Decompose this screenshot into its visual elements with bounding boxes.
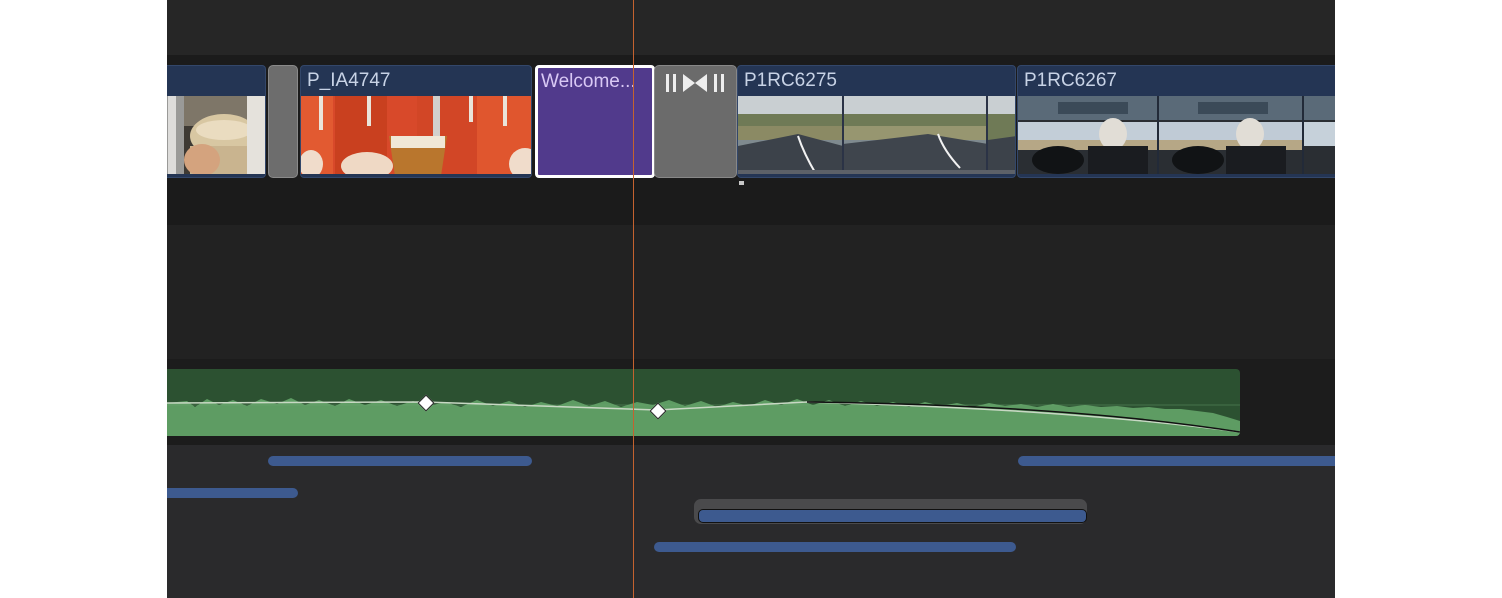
- cross-dissolve-icon: [666, 74, 724, 92]
- video-clip-p1rc6275[interactable]: P1RC6275: [737, 65, 1016, 178]
- clip-name: P1RC6275: [744, 70, 837, 91]
- connected-clip-bar[interactable]: [167, 488, 298, 498]
- clip-filmstrip: [1018, 96, 1335, 174]
- title-clip-welcome[interactable]: Welcome...: [535, 65, 655, 178]
- clip-filmstrip: [167, 96, 265, 174]
- empty-track-area: [167, 225, 1335, 359]
- filmstrip-frame: [738, 96, 1015, 174]
- clip-name: Welcome...: [541, 71, 636, 92]
- video-clip-p-ia4747[interactable]: P_IA4747: [300, 65, 532, 178]
- filmstrip-frame: [167, 96, 265, 174]
- video-clip-p1rc6267[interactable]: P1RC6267: [1017, 65, 1335, 178]
- video-clip-a[interactable]: [167, 65, 266, 178]
- marker-indicator: [739, 181, 744, 185]
- connected-clip-bar-selected[interactable]: [698, 509, 1087, 523]
- clip-filmstrip: [738, 96, 1015, 174]
- clip-name: P1RC6267: [1024, 70, 1117, 91]
- connected-clip-bar[interactable]: [268, 456, 532, 466]
- gap-clip[interactable]: [268, 65, 298, 178]
- audio-clip[interactable]: [167, 369, 1240, 436]
- audio-waveform: [167, 398, 1240, 436]
- filmstrip-frame: [1018, 96, 1335, 174]
- timeline-ruler-area: [167, 0, 1335, 55]
- playhead[interactable]: [633, 0, 634, 598]
- clip-name: P_IA4747: [307, 70, 391, 91]
- connected-clip-bar[interactable]: [654, 542, 1016, 552]
- cross-dissolve-transition[interactable]: [654, 65, 737, 178]
- connected-clip-bar[interactable]: [1018, 456, 1335, 466]
- timeline[interactable]: P_IA4747 Welcome... P1RC6275 P1RC6267: [167, 0, 1335, 598]
- clip-filmstrip: [301, 96, 531, 174]
- filmstrip-frame: [301, 96, 531, 174]
